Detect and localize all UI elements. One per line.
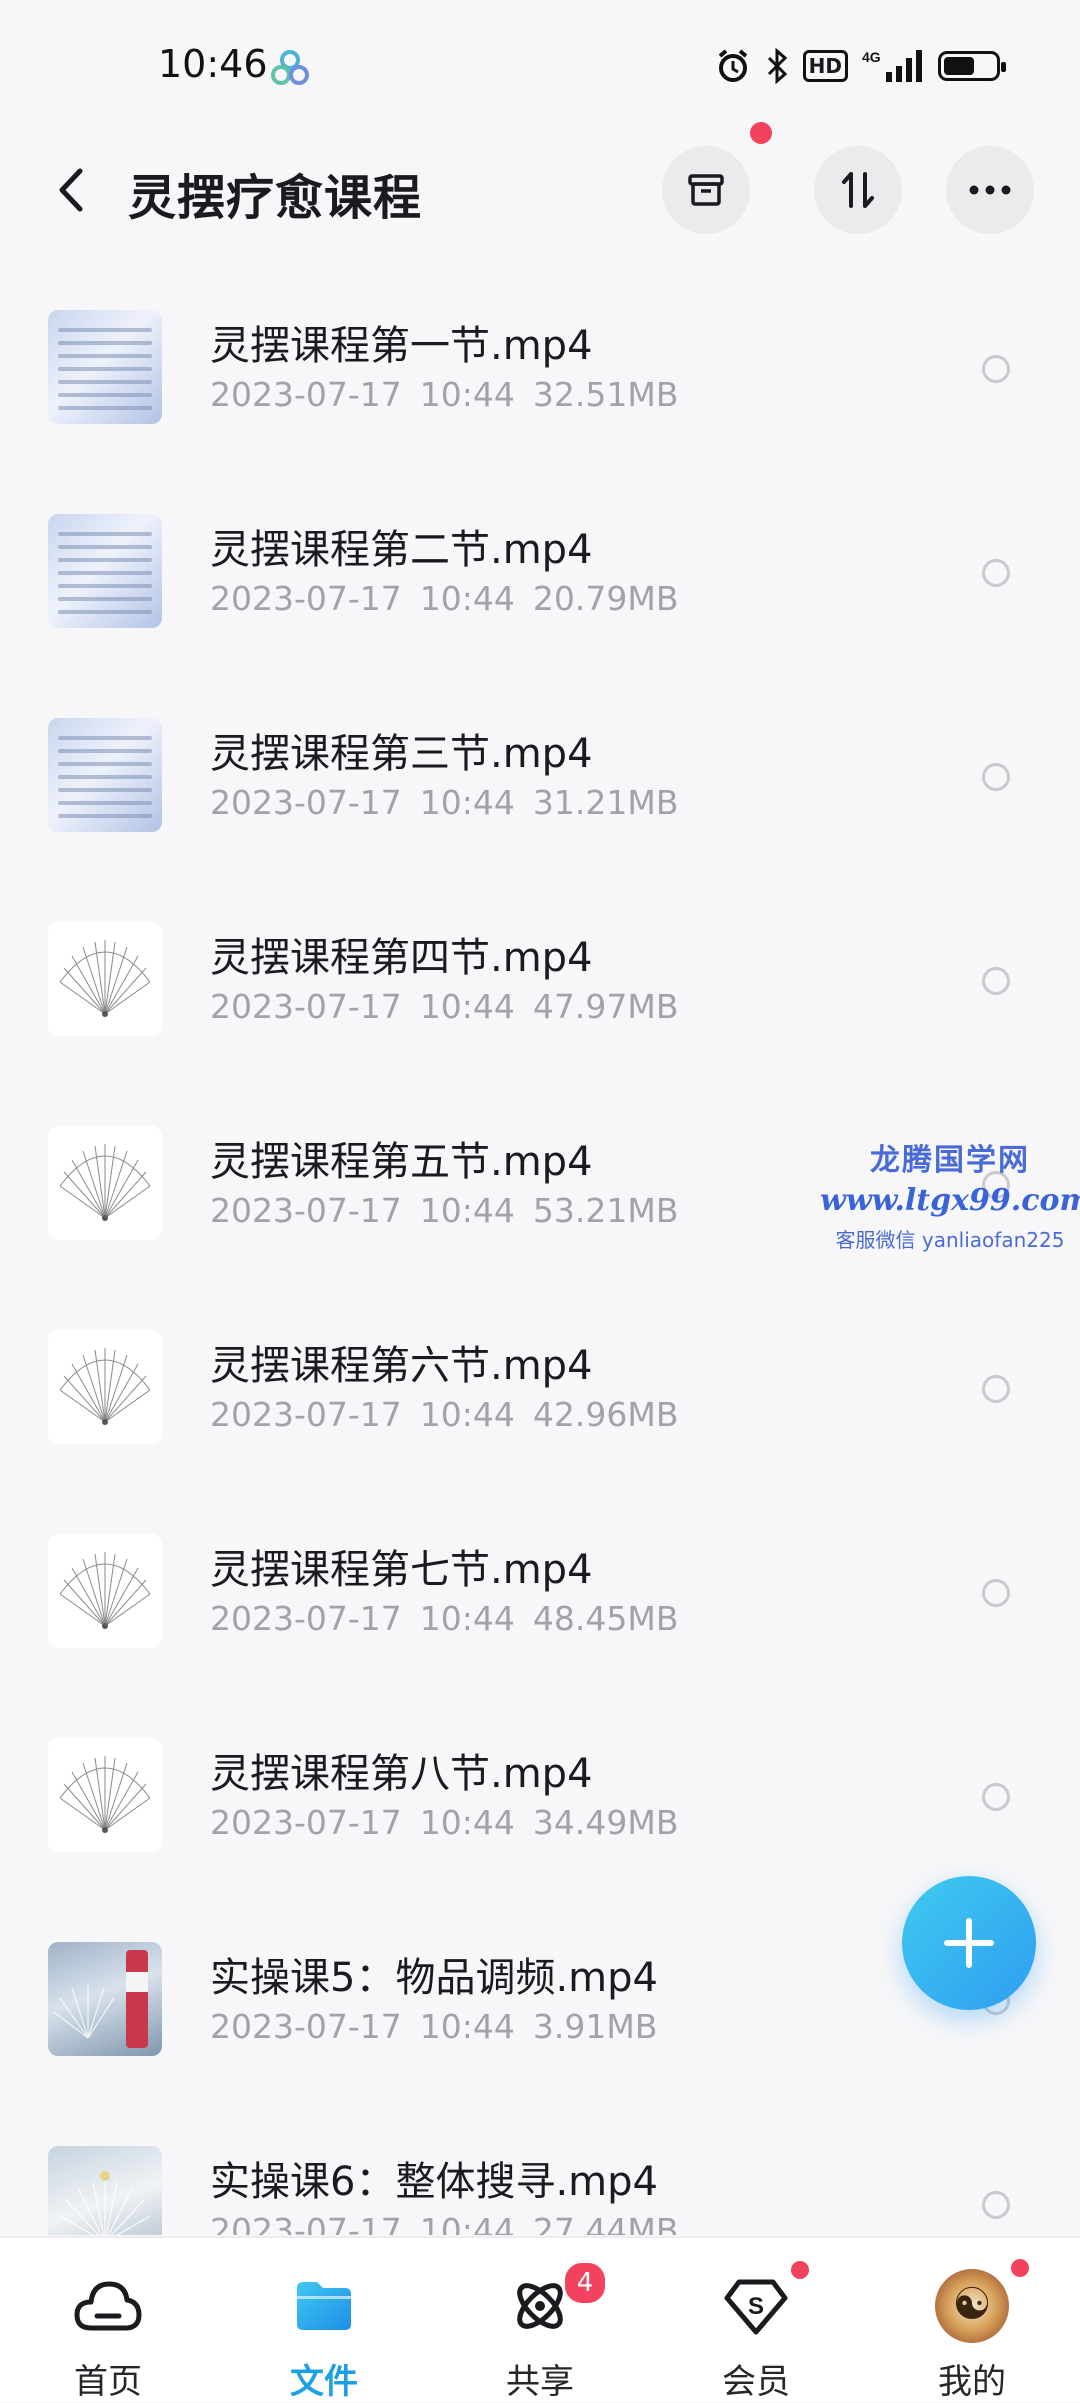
transfer-list-button[interactable] xyxy=(662,146,750,234)
file-name: 实操课6：整体搜寻.mp4 xyxy=(210,2159,658,2205)
video-thumbnail xyxy=(48,1534,162,1648)
plus-icon xyxy=(944,1918,994,1968)
select-radio[interactable] xyxy=(982,1783,1010,1811)
watermark-contact: 客服微信 yanliaofan225 xyxy=(835,1228,1065,1252)
select-radio[interactable] xyxy=(982,355,1010,383)
nav-files[interactable]: 文件 xyxy=(216,2238,432,2402)
file-name: 灵摆课程第七节.mp4 xyxy=(210,1547,593,1593)
watermark-url: www.ltgx99.com xyxy=(820,1183,1080,1218)
file-name: 灵摆课程第六节.mp4 xyxy=(210,1343,593,1389)
file-row[interactable]: 灵摆课程第八节.mp4 2023-07-17 10:44 34.49MB xyxy=(0,1693,1080,1897)
bluetooth-icon xyxy=(765,48,789,84)
file-name: 灵摆课程第四节.mp4 xyxy=(210,935,593,981)
file-meta: 2023-07-17 10:44 27.44MB xyxy=(210,2211,679,2235)
file-name: 灵摆课程第五节.mp4 xyxy=(210,1139,593,1185)
select-radio[interactable] xyxy=(982,967,1010,995)
file-name: 灵摆课程第三节.mp4 xyxy=(210,731,593,777)
watermark-title: 龙腾国学网 xyxy=(870,1143,1030,1178)
file-meta: 2023-07-17 10:44 3.91MB xyxy=(210,2007,658,2046)
file-meta: 2023-07-17 10:44 20.79MB xyxy=(210,579,679,618)
video-thumbnail xyxy=(48,922,162,1036)
archive-box-icon xyxy=(688,174,724,206)
status-time: 10:46 xyxy=(158,42,268,86)
video-thumbnail xyxy=(48,1330,162,1444)
file-meta: 2023-07-17 10:44 42.96MB xyxy=(210,1395,679,1434)
file-row[interactable]: 灵摆课程第六节.mp4 2023-07-17 10:44 42.96MB xyxy=(0,1285,1080,1489)
file-meta: 2023-07-17 10:44 48.45MB xyxy=(210,1599,679,1638)
svg-text:4G: 4G xyxy=(862,49,881,65)
file-name: 灵摆课程第二节.mp4 xyxy=(210,527,593,573)
transfer-notification-dot xyxy=(750,122,772,144)
watermark: 龙腾国学网 www.ltgx99.com 客服微信 yanliaofan225 xyxy=(820,1135,1080,1253)
nav-vip[interactable]: S 会员 xyxy=(648,2238,864,2402)
nav-share[interactable]: 4 共享 xyxy=(432,2238,648,2402)
select-radio[interactable] xyxy=(982,1579,1010,1607)
app-notification-icon xyxy=(270,48,310,88)
file-name: 实操课5：物品调频.mp4 xyxy=(210,1955,658,2001)
select-radio[interactable] xyxy=(982,763,1010,791)
sort-arrows-icon xyxy=(842,172,874,208)
file-row[interactable]: 灵摆课程第二节.mp4 2023-07-17 10:44 20.79MB xyxy=(0,469,1080,673)
back-button[interactable] xyxy=(46,162,96,218)
select-radio[interactable] xyxy=(982,559,1010,587)
page-title: 灵摆疗愈课程 xyxy=(128,170,423,226)
file-row[interactable]: 实操课6：整体搜寻.mp4 2023-07-17 10:44 27.44MB xyxy=(0,2101,1080,2235)
alarm-icon xyxy=(715,48,751,84)
signal-icon: 4G xyxy=(862,48,924,84)
file-name: 灵摆课程第一节.mp4 xyxy=(210,323,593,369)
select-radio[interactable] xyxy=(982,2191,1010,2219)
file-meta: 2023-07-17 10:44 32.51MB xyxy=(210,375,679,414)
avatar-icon xyxy=(932,2266,1012,2346)
share-badge: 4 xyxy=(562,2260,608,2306)
video-thumbnail xyxy=(48,718,162,832)
file-row[interactable]: 灵摆课程第四节.mp4 2023-07-17 10:44 47.97MB xyxy=(0,877,1080,1081)
vip-notification-dot xyxy=(788,2258,812,2282)
cloud-home-icon xyxy=(68,2266,148,2346)
nav-home[interactable]: 首页 xyxy=(0,2238,216,2402)
video-thumbnail xyxy=(48,1942,162,2056)
file-name: 灵摆课程第八节.mp4 xyxy=(210,1751,593,1797)
video-thumbnail xyxy=(48,2146,162,2235)
file-meta: 2023-07-17 10:44 47.97MB xyxy=(210,987,679,1026)
title-bar: 灵摆疗愈课程 xyxy=(0,130,1080,250)
sort-button[interactable] xyxy=(814,146,902,234)
file-row[interactable]: 灵摆课程第三节.mp4 2023-07-17 10:44 31.21MB xyxy=(0,673,1080,877)
bottom-nav: 首页 文件 4 共享 S 会员 我的 xyxy=(0,2236,1080,2402)
folder-icon xyxy=(284,2266,364,2346)
vip-diamond-icon: S xyxy=(716,2266,796,2346)
profile-notification-dot xyxy=(1008,2256,1032,2280)
file-row[interactable]: 灵摆课程第一节.mp4 2023-07-17 10:44 32.51MB xyxy=(0,265,1080,469)
file-row[interactable]: 灵摆课程第七节.mp4 2023-07-17 10:44 48.45MB xyxy=(0,1489,1080,1693)
select-radio[interactable] xyxy=(982,1375,1010,1403)
video-thumbnail xyxy=(48,1738,162,1852)
chevron-left-icon xyxy=(59,168,83,212)
file-meta: 2023-07-17 10:44 34.49MB xyxy=(210,1803,679,1842)
avatar xyxy=(935,2269,1009,2343)
video-thumbnail xyxy=(48,310,162,424)
svg-text:S: S xyxy=(748,2293,764,2320)
status-icons: HD 4G xyxy=(715,48,1006,84)
file-meta: 2023-07-17 10:44 53.21MB xyxy=(210,1191,679,1230)
more-dots-icon xyxy=(969,185,1011,195)
nav-profile[interactable]: 我的 xyxy=(864,2238,1080,2402)
more-options-button[interactable] xyxy=(946,146,1034,234)
video-thumbnail xyxy=(48,1126,162,1240)
hd-icon: HD xyxy=(802,48,848,84)
add-button[interactable] xyxy=(902,1876,1036,2010)
battery-icon xyxy=(938,51,1006,81)
status-bar: 10:46 HD 4G xyxy=(0,0,1080,130)
video-thumbnail xyxy=(48,514,162,628)
file-meta: 2023-07-17 10:44 31.21MB xyxy=(210,783,679,822)
